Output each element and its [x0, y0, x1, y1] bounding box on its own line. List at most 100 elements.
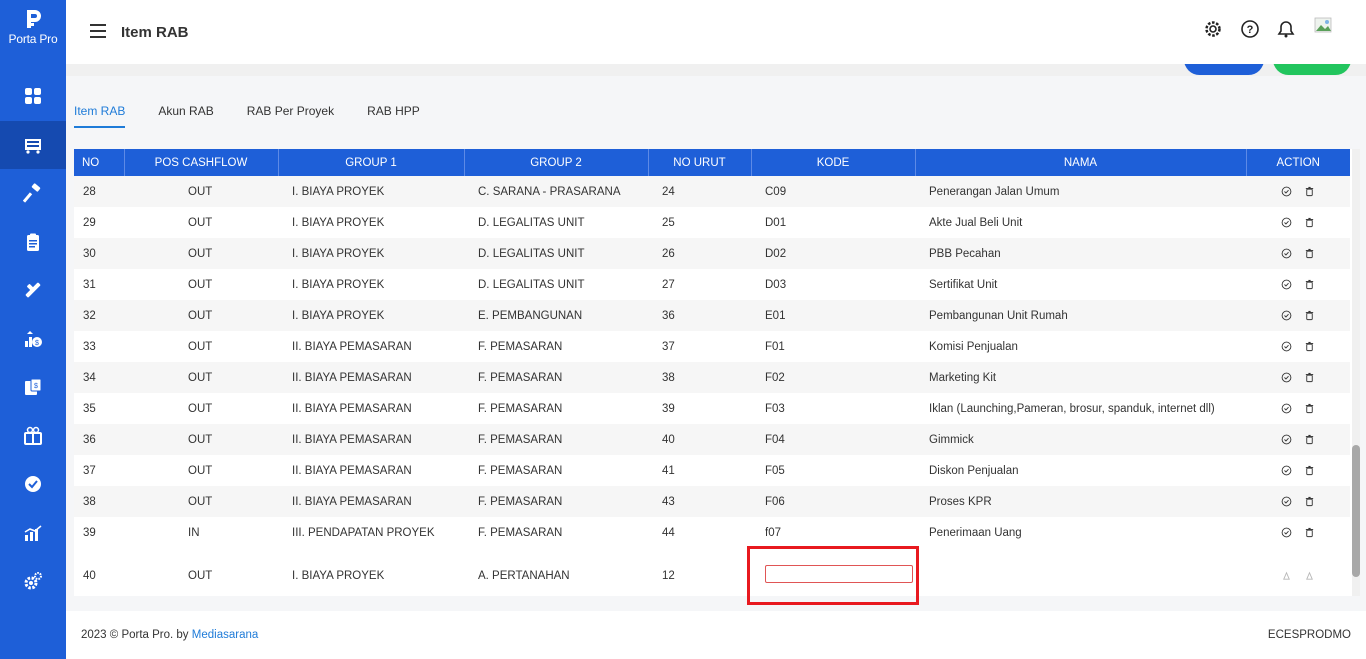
column-header-kode[interactable]: KODE — [751, 149, 916, 176]
approve-icon[interactable] — [1281, 403, 1292, 414]
delete-icon[interactable] — [1304, 372, 1315, 383]
approve-icon[interactable] — [1281, 341, 1292, 352]
cell-no: 34 — [74, 362, 124, 393]
svg-text:?: ? — [1247, 24, 1254, 36]
cell-nama: PBB Pecahan — [915, 238, 1246, 269]
column-header-group-1[interactable]: GROUP 1 — [278, 149, 465, 176]
approve-icon[interactable] — [1281, 372, 1292, 383]
cell-nama: Marketing Kit — [915, 362, 1246, 393]
cell-no-urut: 41 — [648, 455, 751, 486]
check-badge-icon — [25, 476, 41, 493]
cell-no-urut: 38 — [648, 362, 751, 393]
delete-icon[interactable] — [1304, 434, 1315, 445]
primary-action-button[interactable] — [1184, 64, 1264, 75]
column-header-group-2[interactable]: GROUP 2 — [464, 149, 649, 176]
approve-icon[interactable] — [1281, 186, 1292, 197]
sidebar-item-gift[interactable] — [0, 412, 66, 461]
sidebar-item-payment[interactable]: $ — [0, 363, 66, 412]
top-header: Item RAB ? — [66, 0, 1366, 64]
delete-icon[interactable] — [1304, 496, 1315, 507]
column-header-no-urut[interactable]: NO URUT — [648, 149, 752, 176]
cell-action — [1246, 393, 1350, 424]
delete-icon[interactable] — [1304, 341, 1315, 352]
scrollbar-thumb[interactable] — [1352, 445, 1360, 577]
rab-table: NO POS CASHFLOW GROUP 1 GROUP 2 NO URUT … — [74, 149, 1350, 594]
sidebar-item-dashboard[interactable] — [0, 72, 66, 121]
delete-icon[interactable] — [1304, 310, 1315, 321]
cell-no: 32 — [74, 300, 124, 331]
table-row: 37 OUT II. BIAYA PEMASARAN F. PEMASARAN 41 F0… — [74, 455, 1350, 486]
table-row: 30 OUT I. BIAYA PROYEK D. LEGALITAS UNIT 26 D… — [74, 238, 1350, 269]
sidebar-item-approval[interactable] — [0, 460, 66, 509]
table-row: 28 OUT I. BIAYA PROYEK C. SARANA - PRASARAN… — [74, 176, 1350, 207]
cell-pos-cashflow: OUT — [124, 300, 278, 331]
approve-icon[interactable] — [1281, 248, 1292, 259]
notification-bell-icon[interactable] — [1276, 19, 1296, 39]
approve-icon[interactable] — [1281, 217, 1292, 228]
add-action-button[interactable] — [1273, 64, 1351, 75]
cell-pos-cashflow: OUT — [124, 548, 278, 594]
footer-env-code: ECESPRODMO — [1267, 629, 1351, 641]
table-body: 28 OUT I. BIAYA PROYEK C. SARANA - PRASARAN… — [74, 176, 1350, 594]
sidebar-item-tools[interactable] — [0, 266, 66, 315]
sidebar-item-clipboard[interactable] — [0, 218, 66, 267]
delete-icon[interactable] — [1304, 186, 1315, 197]
cell-no-urut: 43 — [648, 486, 751, 517]
cell-action — [1246, 424, 1350, 455]
cell-action — [1246, 486, 1350, 517]
sidebar-item-rab[interactable] — [0, 120, 66, 169]
delete-icon[interactable] — [1304, 279, 1315, 290]
cell-no-urut: 40 — [648, 424, 751, 455]
cell-nama: Penerangan Jalan Umum — [915, 176, 1246, 207]
cell-pos-cashflow: OUT — [124, 331, 278, 362]
tab-rab-hpp[interactable]: RAB HPP — [367, 104, 420, 128]
cell-nama — [915, 548, 1246, 594]
cell-group-1: II. BIAYA PEMASARAN — [278, 393, 464, 424]
hamburger-menu-icon[interactable] — [90, 24, 106, 38]
help-icon[interactable]: ? — [1240, 19, 1260, 39]
table-row: 29 OUT I. BIAYA PROYEK D. LEGALITAS UNIT 25 D… — [74, 207, 1350, 238]
delete-icon[interactable] — [1304, 465, 1315, 476]
svg-text:$: $ — [35, 340, 39, 347]
approve-icon[interactable] — [1281, 434, 1292, 445]
sidebar-item-finance[interactable]: $ — [0, 315, 66, 364]
cell-action — [1246, 548, 1350, 594]
column-header-pos-cashflow[interactable]: POS CASHFLOW — [124, 149, 279, 176]
approve-icon[interactable] — [1281, 527, 1292, 538]
cell-no: 28 — [74, 176, 124, 207]
approve-icon[interactable] — [1281, 279, 1292, 290]
approve-icon[interactable] — [1281, 310, 1292, 321]
delete-icon[interactable] — [1304, 527, 1315, 538]
sidebar-item-reports[interactable] — [0, 509, 66, 558]
sidebar-item-construction[interactable] — [0, 169, 66, 218]
cell-group-2: F. PEMASARAN — [464, 331, 648, 362]
cell-kode: f07 — [751, 517, 915, 548]
cell-no-urut: 25 — [648, 207, 751, 238]
brand-logo[interactable]: Porta Pro — [0, 8, 66, 46]
delete-icon[interactable] — [1304, 248, 1315, 259]
sidebar-item-settings[interactable] — [0, 557, 66, 606]
cell-no-urut: 44 — [648, 517, 751, 548]
cell-nama: Pembangunan Unit Rumah — [915, 300, 1246, 331]
settings-gear-icon[interactable] — [1203, 19, 1223, 39]
tab-akun-rab[interactable]: Akun RAB — [158, 104, 213, 128]
delete-icon[interactable] — [1304, 217, 1315, 228]
save-row-icon[interactable] — [1281, 570, 1292, 581]
svg-text:$: $ — [34, 383, 38, 390]
cell-group-1: II. BIAYA PEMASARAN — [278, 455, 464, 486]
company-link[interactable]: Mediasarana — [192, 629, 258, 641]
column-header-no[interactable]: NO — [74, 149, 125, 176]
user-avatar[interactable] — [1313, 14, 1335, 36]
cancel-row-icon[interactable] — [1304, 570, 1315, 581]
tab-rab-per-proyek[interactable]: RAB Per Proyek — [247, 104, 334, 128]
cell-no-urut: 12 — [648, 548, 751, 594]
approve-icon[interactable] — [1281, 496, 1292, 507]
cell-no-urut: 36 — [648, 300, 751, 331]
tab-item-rab[interactable]: Item RAB — [74, 104, 126, 128]
delete-icon[interactable] — [1304, 403, 1315, 414]
column-header-nama[interactable]: NAMA — [915, 149, 1247, 176]
table-row: 35 OUT II. BIAYA PEMASARAN F. PEMASARAN 39 F0… — [74, 393, 1350, 424]
approve-icon[interactable] — [1281, 465, 1292, 476]
vertical-scrollbar[interactable] — [1352, 149, 1360, 596]
cell-group-1: I. BIAYA PROYEK — [278, 300, 464, 331]
